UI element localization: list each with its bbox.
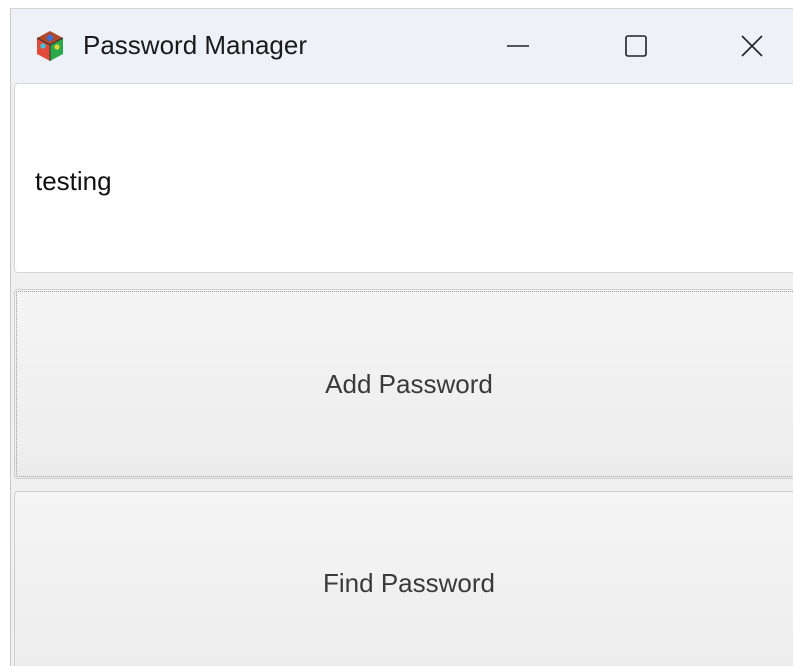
find-password-label: Find Password [323, 568, 495, 598]
title-bar[interactable]: Password Manager [11, 9, 793, 83]
close-icon [741, 35, 763, 57]
add-password-button[interactable]: Add Password [14, 289, 793, 479]
maximize-icon [625, 35, 647, 57]
add-password-label: Add Password [325, 369, 493, 399]
app-window: Password Manager testing Add Password Fi… [10, 8, 793, 666]
close-button[interactable] [697, 9, 793, 83]
tk-cube-icon [36, 31, 64, 61]
entry-value: testing [35, 166, 112, 196]
minimize-button[interactable] [463, 9, 573, 83]
minimize-icon [507, 45, 529, 47]
maximize-button[interactable] [581, 9, 691, 83]
window-title: Password Manager [83, 30, 307, 60]
find-password-button[interactable]: Find Password [14, 491, 793, 666]
password-entry-field[interactable]: testing [14, 83, 793, 273]
